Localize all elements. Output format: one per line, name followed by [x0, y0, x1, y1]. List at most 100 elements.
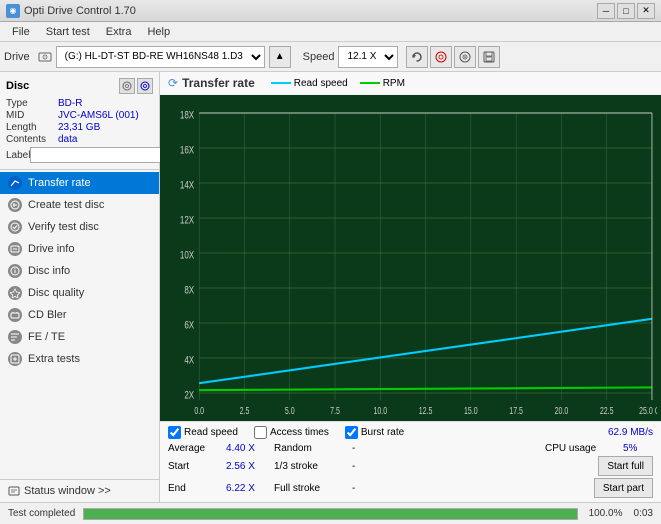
- extra-tests-icon: [8, 352, 22, 366]
- svg-text:20.0: 20.0: [555, 405, 569, 416]
- stats-checkboxes: Read speed Access times Burst rate 62.9 …: [168, 426, 653, 439]
- drive-bar: Drive (G:) HL-DT-ST BD-RE WH16NS48 1.D3 …: [0, 42, 661, 72]
- legend-read-speed-color: [271, 82, 291, 84]
- checkbox-burst-rate-input[interactable]: [345, 426, 358, 439]
- svg-text:10X: 10X: [180, 249, 195, 262]
- svg-text:17.5: 17.5: [509, 405, 523, 416]
- checkbox-access-times-label: Access times: [270, 427, 329, 438]
- chart-title: Transfer rate: [182, 76, 255, 90]
- svg-text:22.5: 22.5: [600, 405, 614, 416]
- burst-rate-number: 62.9 MB/s: [608, 427, 653, 438]
- svg-text:2X: 2X: [184, 389, 194, 402]
- disc-icon-1[interactable]: [119, 78, 135, 94]
- svg-text:0.0: 0.0: [194, 405, 204, 416]
- disc-quality-icon: [8, 286, 22, 300]
- drive-info-label: Drive info: [28, 243, 74, 255]
- cd-bler-icon: [8, 308, 22, 322]
- menu-start-test[interactable]: Start test: [38, 24, 98, 40]
- menu-extra[interactable]: Extra: [98, 24, 140, 40]
- full-stroke-value: -: [352, 483, 372, 494]
- svg-text:16X: 16X: [180, 144, 195, 157]
- stats-area: Read speed Access times Burst rate 62.9 …: [160, 421, 661, 502]
- window-controls: ─ □ ✕: [597, 3, 655, 19]
- transfer-rate-chart: 18X 16X 14X 12X 10X 8X 6X 4X 2X 0.0 2.5 …: [164, 99, 657, 421]
- disc-info-label: Disc info: [28, 265, 70, 277]
- svg-text:12X: 12X: [180, 214, 195, 227]
- sidebar-item-fe-te[interactable]: FE / TE: [0, 326, 159, 348]
- checkbox-read-speed[interactable]: Read speed: [168, 426, 238, 439]
- sidebar-bottom: Status window >>: [0, 479, 159, 502]
- sidebar-item-cd-bler[interactable]: CD Bler: [0, 304, 159, 326]
- transfer-rate-label: Transfer rate: [28, 177, 91, 189]
- add-icon[interactable]: [454, 46, 476, 68]
- eject-button[interactable]: ▲: [269, 46, 291, 68]
- maximize-button[interactable]: □: [617, 3, 635, 19]
- save-icon[interactable]: [478, 46, 500, 68]
- minimize-button[interactable]: ─: [597, 3, 615, 19]
- disc-type-row: Type BD-R: [6, 98, 153, 109]
- sidebar-item-disc-quality[interactable]: Disc quality: [0, 282, 159, 304]
- legend-rpm: RPM: [360, 78, 405, 89]
- main-layout: Disc Type BD-R MID JVC-AMS6L (001): [0, 72, 661, 502]
- sidebar-item-drive-info[interactable]: Drive info: [0, 238, 159, 260]
- disc-icons: [119, 78, 153, 94]
- cpu-value: 5%: [623, 443, 653, 454]
- svg-text:25.0 GB: 25.0 GB: [639, 405, 657, 416]
- checkbox-access-times-input[interactable]: [254, 426, 267, 439]
- refresh-icon[interactable]: [406, 46, 428, 68]
- sidebar: Disc Type BD-R MID JVC-AMS6L (001): [0, 72, 160, 502]
- avg-label: Average: [168, 443, 218, 454]
- disc-contents-label: Contents: [6, 134, 58, 145]
- svg-text:15.0: 15.0: [464, 405, 478, 416]
- menu-file[interactable]: File: [4, 24, 38, 40]
- disc-section: Disc Type BD-R MID JVC-AMS6L (001): [0, 72, 159, 170]
- status-window-button[interactable]: Status window >>: [0, 480, 159, 502]
- sidebar-item-transfer-rate[interactable]: Transfer rate: [0, 172, 159, 194]
- fe-te-icon: [8, 330, 22, 344]
- sidebar-item-disc-info[interactable]: Disc info: [0, 260, 159, 282]
- stroke-1-3-value: -: [352, 461, 372, 472]
- svg-text:5.0: 5.0: [285, 405, 295, 416]
- verify-test-disc-label: Verify test disc: [28, 221, 99, 233]
- sidebar-item-create-test-disc[interactable]: Create test disc: [0, 194, 159, 216]
- sidebar-item-extra-tests[interactable]: Extra tests: [0, 348, 159, 370]
- burst-rate-value: 62.9 MB/s: [608, 427, 653, 438]
- disc-read-icon[interactable]: [430, 46, 452, 68]
- chart-area: 18X 16X 14X 12X 10X 8X 6X 4X 2X 0.0 2.5 …: [160, 95, 661, 421]
- disc-label-row: Label: [6, 147, 153, 163]
- checkbox-burst-rate[interactable]: Burst rate: [345, 426, 404, 439]
- close-button[interactable]: ✕: [637, 3, 655, 19]
- checkbox-read-speed-input[interactable]: [168, 426, 181, 439]
- disc-label-label: Label: [6, 150, 30, 161]
- end-value: 6.22 X: [226, 483, 266, 494]
- checkbox-access-times[interactable]: Access times: [254, 426, 329, 439]
- disc-length-row: Length 23,31 GB: [6, 122, 153, 133]
- speed-select[interactable]: 12.1 X: [338, 46, 398, 68]
- legend-rpm-label: RPM: [383, 78, 405, 89]
- menu-help[interactable]: Help: [139, 24, 178, 40]
- disc-label-input[interactable]: [30, 147, 168, 163]
- drive-info-icon: [8, 242, 22, 256]
- sidebar-item-verify-test-disc[interactable]: Verify test disc: [0, 216, 159, 238]
- status-text: Test completed: [8, 508, 75, 519]
- disc-type-value: BD-R: [58, 98, 153, 109]
- drive-select[interactable]: (G:) HL-DT-ST BD-RE WH16NS48 1.D3: [56, 46, 265, 68]
- svg-text:18X: 18X: [180, 109, 195, 122]
- progress-bar: [83, 508, 577, 520]
- status-window-label: Status window >>: [24, 485, 111, 497]
- svg-text:10.0: 10.0: [373, 405, 387, 416]
- svg-text:4X: 4X: [184, 354, 194, 367]
- speed-label: Speed: [303, 51, 335, 63]
- chart-legend: Read speed RPM: [271, 78, 405, 89]
- elapsed-time: 0:03: [634, 508, 653, 519]
- status-bar: Test completed 100.0% 0:03: [0, 502, 661, 524]
- disc-length-label: Length: [6, 122, 58, 133]
- start-part-button[interactable]: Start part: [594, 478, 653, 498]
- start-full-button[interactable]: Start full: [598, 456, 653, 476]
- disc-icon-2[interactable]: [137, 78, 153, 94]
- chart-icon: ⟳: [168, 76, 178, 90]
- random-value: -: [352, 443, 372, 454]
- svg-text:8X: 8X: [184, 284, 194, 297]
- svg-text:7.5: 7.5: [330, 405, 340, 416]
- disc-info-icon: [8, 264, 22, 278]
